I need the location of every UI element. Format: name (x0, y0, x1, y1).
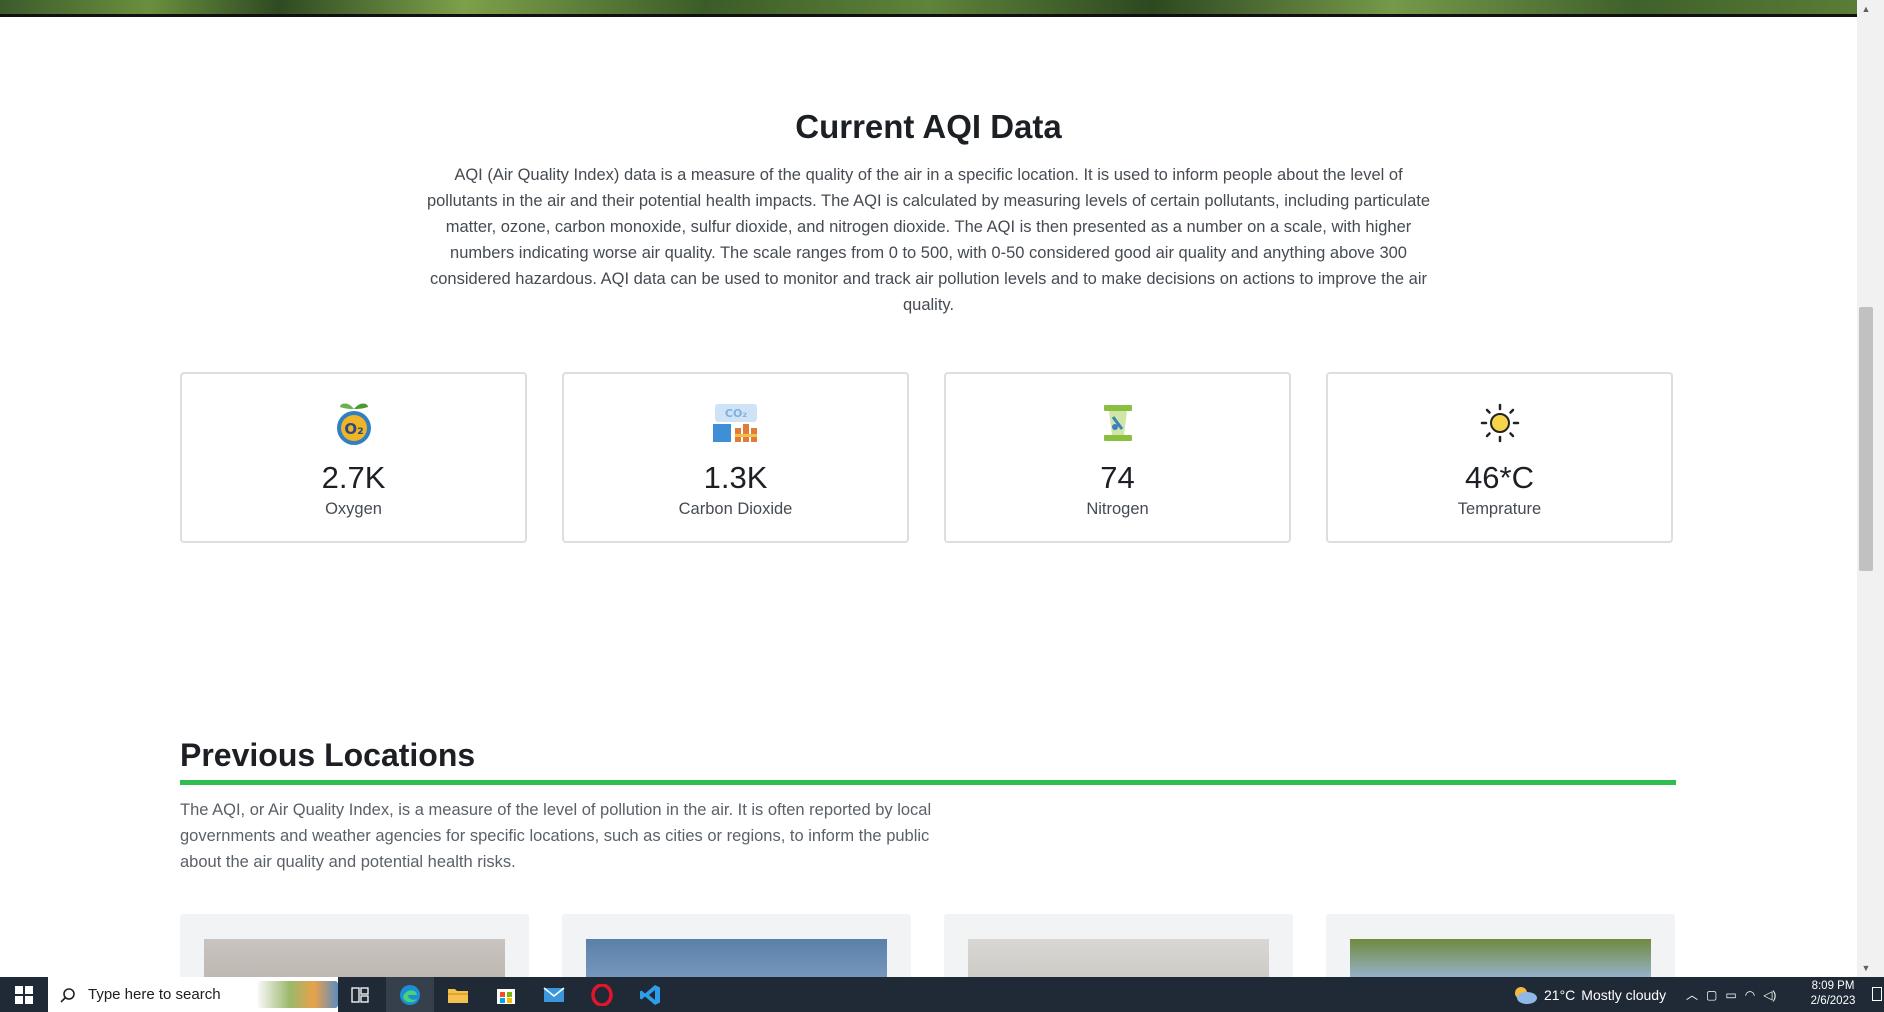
mail-icon[interactable] (530, 977, 578, 1012)
notification-icon[interactable] (1872, 987, 1882, 1001)
scroll-up-arrow-icon[interactable]: ▲ (1859, 2, 1873, 16)
aqi-section-title: Current AQI Data (795, 108, 1062, 145)
weather-temperature: 21°C (1544, 986, 1576, 1003)
cloudy-weather-icon (1515, 986, 1537, 1004)
clock-time: 8:09 PM (1811, 980, 1855, 992)
battery-icon[interactable]: ▭ (1725, 988, 1736, 1002)
edge-browser-icon[interactable] (386, 977, 434, 1012)
svg-text:CO₂: CO₂ (724, 407, 746, 420)
volume-icon[interactable]: ◁) (1763, 988, 1776, 1002)
stat-value: 1.3K (703, 460, 768, 495)
oxygen-o2-icon: O₂ (182, 400, 525, 446)
nitrogen-tube-icon (946, 400, 1289, 446)
section-divider (180, 780, 1676, 785)
stat-card-temperature: 46*C Temprature (1326, 372, 1673, 543)
scrollbar-thumb[interactable] (1859, 307, 1873, 571)
search-icon (60, 987, 75, 1003)
weather-description: Mostly cloudy (1581, 986, 1667, 1003)
vscode-icon[interactable] (626, 977, 674, 1012)
system-tray: ︿ ▢ ▭ ◠ ◁) (1686, 977, 1776, 1012)
taskbar-search-box[interactable]: Type here to search (48, 977, 338, 1012)
stat-value: 46*C (1465, 460, 1534, 495)
location-image (968, 939, 1269, 977)
task-view-icon[interactable] (336, 977, 384, 1012)
stat-label: Nitrogen (1086, 500, 1149, 518)
stat-card-oxygen: O₂ 2.7K Oxygen (180, 372, 527, 543)
location-image (586, 939, 887, 977)
taskbar-weather[interactable]: 21°C Mostly cloudy (1512, 977, 1666, 1012)
location-card[interactable] (562, 914, 911, 977)
stat-label: Oxygen (325, 500, 382, 518)
microsoft-store-icon[interactable] (482, 977, 530, 1012)
file-explorer-icon[interactable] (434, 977, 482, 1012)
wifi-icon[interactable]: ◠ (1745, 988, 1755, 1002)
previous-locations-description: The AQI, or Air Quality Index, is a meas… (180, 801, 932, 871)
stat-card-carbon-dioxide: CO₂ 1.3K Carbon Dioxide (562, 372, 909, 543)
scroll-down-arrow-icon[interactable]: ▼ (1859, 961, 1873, 975)
previous-locations-title: Previous Locations (180, 737, 476, 773)
sun-icon (1328, 400, 1671, 446)
chevron-up-icon[interactable]: ︿ (1686, 986, 1698, 1003)
location-card[interactable] (1326, 914, 1675, 977)
windows-taskbar: Type here to search 21°C Mostly cloudy ︿… (0, 977, 1884, 1012)
stat-value: 74 (1100, 460, 1135, 495)
location-image (1350, 939, 1651, 977)
stat-label: Temprature (1457, 500, 1542, 518)
taskbar-search-placeholder: Type here to search (88, 986, 221, 1003)
stat-label: Carbon Dioxide (678, 500, 793, 518)
windows-start-icon[interactable] (0, 977, 47, 1012)
taskbar-clock[interactable]: 8:09 PM 2/6/2023 (1800, 979, 1866, 1009)
location-card[interactable] (944, 914, 1293, 977)
co2-factory-icon: CO₂ (564, 400, 907, 446)
page-viewport: Current AQI Data AQI (Air Quality Index)… (0, 0, 1857, 977)
hero-image-strip (0, 0, 1857, 17)
svg-text:O₂: O₂ (344, 420, 363, 438)
location-image (204, 939, 505, 977)
aqi-description: AQI (Air Quality Index) data is a measur… (426, 166, 1431, 314)
opera-browser-icon[interactable] (578, 977, 626, 1012)
clock-date: 2/6/2023 (1810, 995, 1856, 1007)
stat-value: 2.7K (321, 460, 386, 495)
search-highlight-image (258, 981, 338, 1008)
meet-now-icon[interactable]: ▢ (1706, 988, 1717, 1002)
location-card[interactable] (180, 914, 529, 977)
stat-card-nitrogen: 74 Nitrogen (944, 372, 1291, 543)
